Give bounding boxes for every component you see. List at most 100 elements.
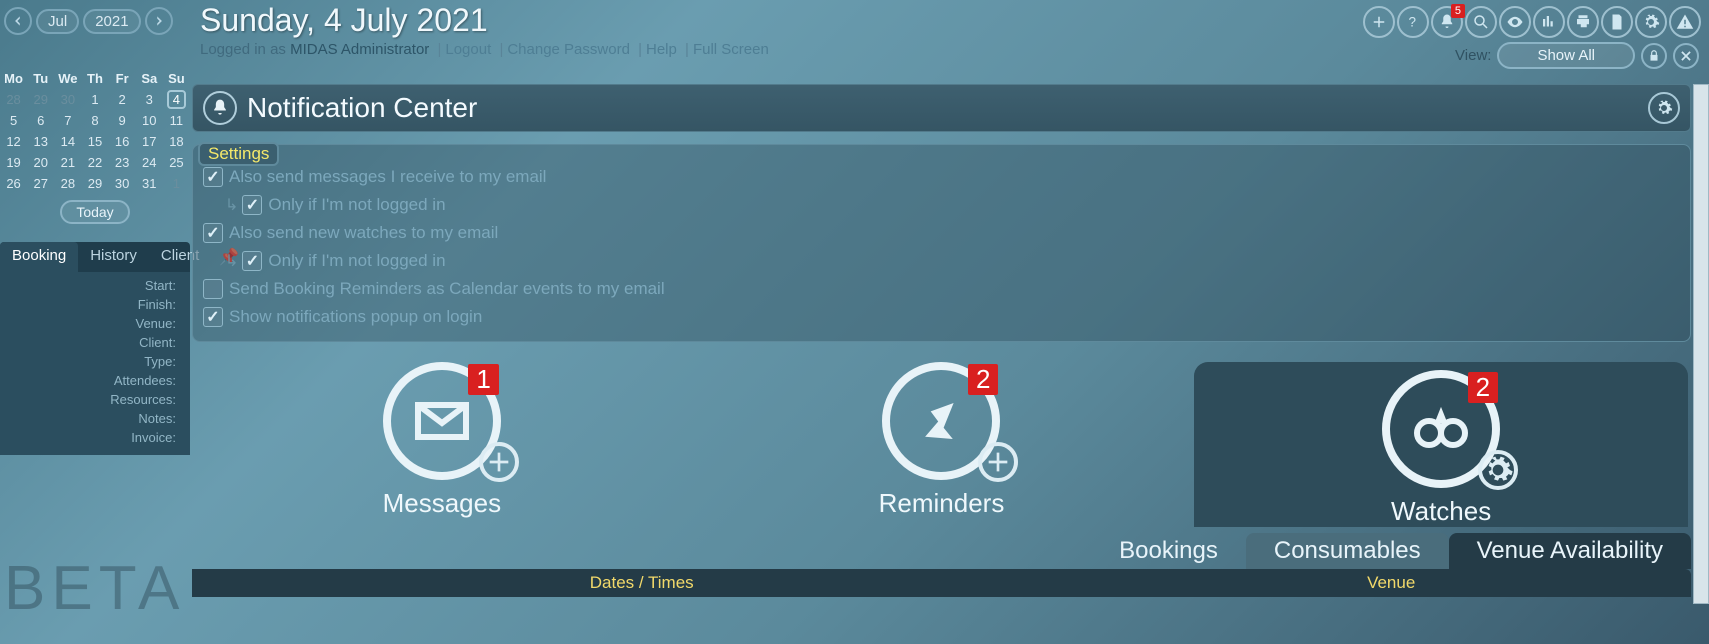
warning-icon	[1676, 13, 1694, 31]
bars-icon	[1540, 13, 1558, 31]
calendar-day[interactable]: 28	[54, 173, 81, 194]
checkbox[interactable]	[203, 167, 223, 187]
tile-label: Watches	[1194, 496, 1689, 527]
field-label: Invoice:	[0, 428, 182, 447]
calendar-day[interactable]: 25	[163, 152, 190, 173]
close-icon	[1679, 49, 1693, 63]
calendar-day[interactable]: 2	[109, 89, 136, 110]
calendar-day[interactable]: 6	[27, 110, 54, 131]
calendar-day[interactable]: 18	[163, 131, 190, 152]
calendar-day[interactable]: 26	[0, 173, 27, 194]
calendar-day[interactable]: 1	[163, 173, 190, 194]
side-tab-history[interactable]: History	[78, 242, 149, 272]
big-tile-watches[interactable]: 2 Watches	[1194, 362, 1689, 527]
big-tile-reminders[interactable]: 2Reminders	[694, 362, 1189, 527]
calendar-day[interactable]: 19	[0, 152, 27, 173]
settings-button[interactable]	[1635, 6, 1667, 38]
view-button[interactable]	[1499, 6, 1531, 38]
calendar-day[interactable]: 29	[27, 89, 54, 110]
subtab-venue-availability[interactable]: Venue Availability	[1449, 533, 1691, 569]
calendar-day[interactable]: 16	[109, 131, 136, 152]
panel-header: Notification Center	[192, 84, 1691, 132]
calendar-day[interactable]: 14	[54, 131, 81, 152]
next-month-button[interactable]	[145, 7, 173, 35]
alert-button[interactable]	[1669, 6, 1701, 38]
lock-button[interactable]	[1641, 43, 1667, 69]
checkbox[interactable]	[242, 195, 262, 215]
year-select[interactable]: 2021	[83, 9, 140, 34]
settings-tab[interactable]: Settings	[198, 142, 279, 166]
tile-add-button[interactable]	[479, 442, 519, 482]
mini-calendar[interactable]: MoTuWeThFrSaSu 2829301234567891011121314…	[0, 68, 190, 194]
checkbox[interactable]	[203, 223, 223, 243]
calendar-day[interactable]: 15	[81, 131, 108, 152]
calendar-dow: Sa	[136, 68, 163, 89]
view-select[interactable]: Show All	[1497, 42, 1635, 69]
calendar-day[interactable]: 27	[27, 173, 54, 194]
scrollbar[interactable]	[1693, 84, 1709, 604]
calendar-day[interactable]: 10	[136, 110, 163, 131]
calendar-day[interactable]: 5	[0, 110, 27, 131]
subtab-bookings[interactable]: Bookings	[1091, 533, 1246, 569]
search-button[interactable]	[1465, 6, 1497, 38]
calendar-day[interactable]: 31	[136, 173, 163, 194]
calendar-day[interactable]: 22	[81, 152, 108, 173]
calendar-day[interactable]: 30	[54, 89, 81, 110]
calendar-day[interactable]: 17	[136, 131, 163, 152]
calendar-day[interactable]: 8	[81, 110, 108, 131]
change-password-link[interactable]: Change Password	[507, 41, 630, 58]
calendar-day[interactable]: 28	[0, 89, 27, 110]
full-screen-link[interactable]: Full Screen	[693, 41, 769, 58]
calendar-day[interactable]: 7	[54, 110, 81, 131]
help-link[interactable]: Help	[646, 41, 677, 58]
tile-badge: 2	[1468, 372, 1498, 403]
calendar-day[interactable]: 1	[81, 89, 108, 110]
field-label: Client:	[0, 333, 182, 352]
calendar-dow: Tu	[27, 68, 54, 89]
tile-gear-button[interactable]	[1478, 450, 1518, 490]
calendar-day[interactable]: 30	[109, 173, 136, 194]
big-tile-messages[interactable]: 1Messages	[195, 362, 690, 527]
stats-button[interactable]	[1533, 6, 1565, 38]
calendar-day[interactable]: 3	[136, 89, 163, 110]
document-button[interactable]	[1601, 6, 1633, 38]
calendar-day[interactable]: 20	[27, 152, 54, 173]
close-view-button[interactable]	[1673, 43, 1699, 69]
calendar-day[interactable]: 21	[54, 152, 81, 173]
month-select[interactable]: Jul	[36, 9, 79, 34]
logout-link[interactable]: Logout	[445, 41, 491, 58]
checkbox[interactable]	[203, 279, 223, 299]
plus-icon	[1370, 13, 1388, 31]
notifications-button[interactable]: 5	[1431, 6, 1463, 38]
checkbox[interactable]	[242, 251, 262, 271]
calendar-day[interactable]: 29	[81, 173, 108, 194]
settings-option: ↳Only if I'm not logged in	[203, 247, 1680, 275]
field-label: Type:	[0, 352, 182, 371]
tile-add-button[interactable]	[978, 442, 1018, 482]
calendar-day[interactable]: 4	[163, 89, 190, 110]
checkbox[interactable]	[203, 307, 223, 327]
calendar-day[interactable]: 24	[136, 152, 163, 173]
calendar-day[interactable]: 9	[109, 110, 136, 131]
plus-icon	[483, 430, 515, 494]
field-label: Notes:	[0, 409, 182, 428]
search-icon	[1472, 13, 1490, 31]
print-button[interactable]	[1567, 6, 1599, 38]
gear-icon	[1642, 13, 1660, 31]
calendar-day[interactable]: 12	[0, 131, 27, 152]
option-label: Only if I'm not logged in	[268, 195, 445, 215]
side-tab-booking[interactable]: Booking	[0, 242, 78, 272]
prev-month-button[interactable]	[4, 7, 32, 35]
column-header: Dates / Times	[192, 569, 1091, 597]
calendar-day[interactable]: 13	[27, 131, 54, 152]
panel-settings-button[interactable]	[1648, 92, 1680, 124]
today-button[interactable]: Today	[60, 200, 129, 224]
field-label: Start:	[0, 276, 182, 295]
settings-option: Show notifications popup on login	[203, 303, 1680, 331]
help-button[interactable]: ?	[1397, 6, 1429, 38]
subtab-consumables[interactable]: Consumables	[1246, 533, 1449, 569]
add-button[interactable]	[1363, 6, 1395, 38]
calendar-day[interactable]: 23	[109, 152, 136, 173]
calendar-day[interactable]: 11	[163, 110, 190, 131]
beta-watermark: BETA	[4, 553, 185, 624]
